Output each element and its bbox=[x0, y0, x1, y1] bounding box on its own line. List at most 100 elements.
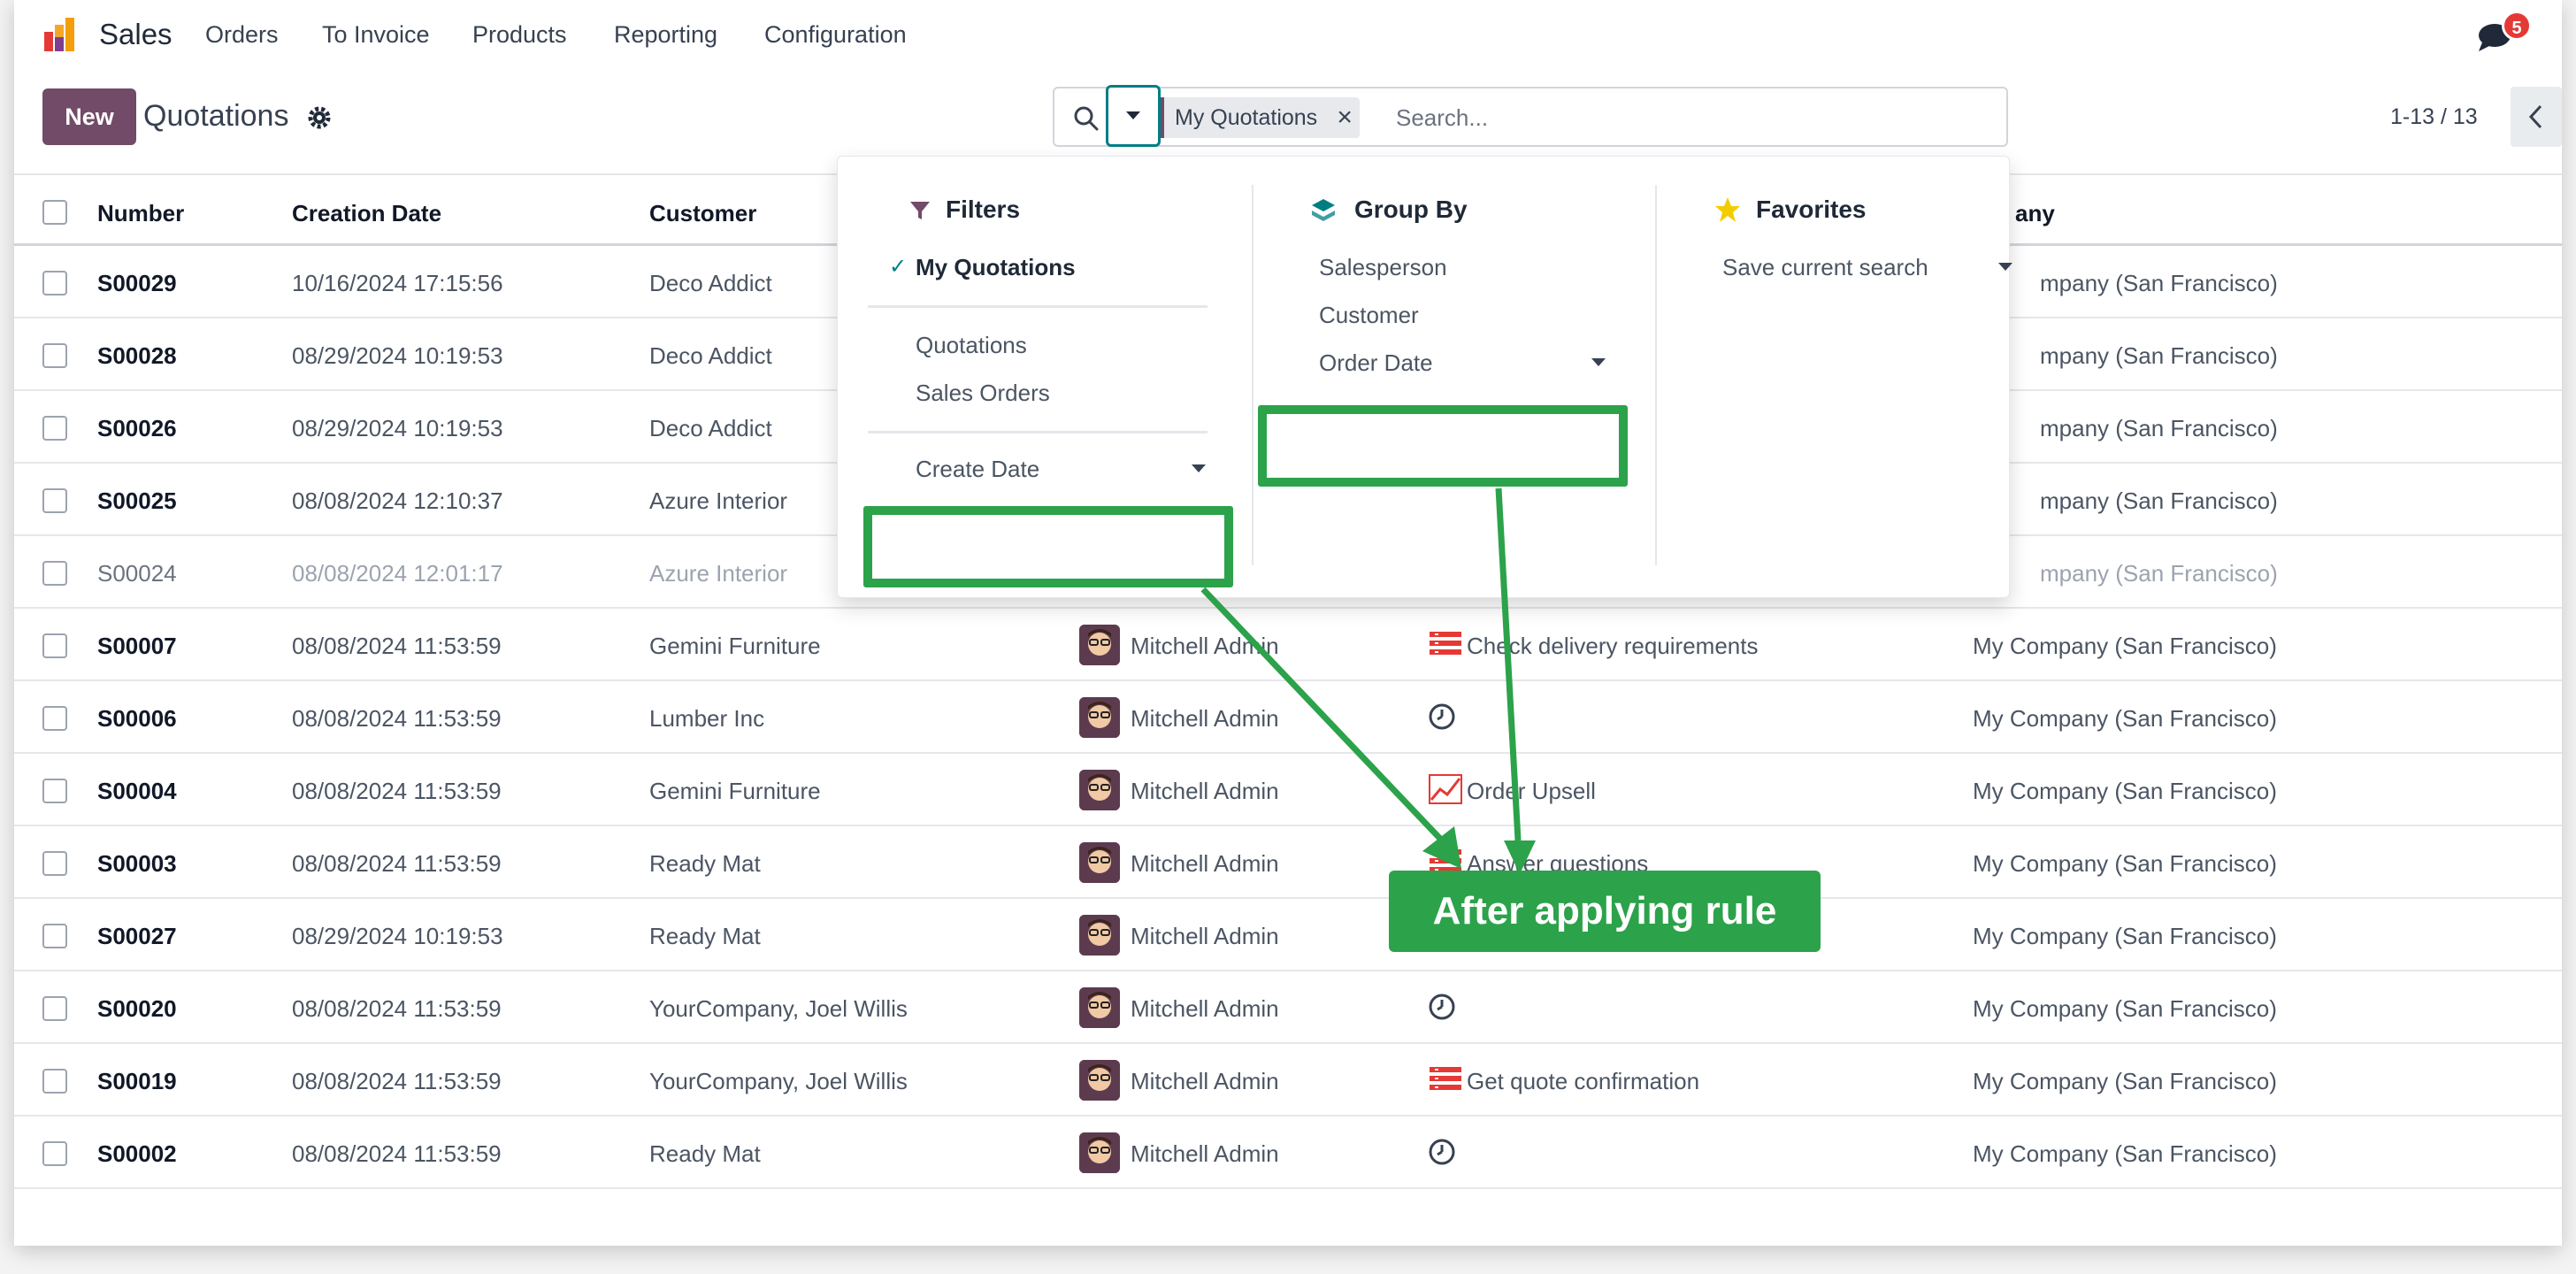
cell-company: mpany (San Francisco) bbox=[2040, 270, 2278, 296]
row-checkbox[interactable] bbox=[42, 1141, 67, 1166]
column-creation-date[interactable]: Creation Date bbox=[292, 200, 441, 227]
favorites-title: Favorites bbox=[1756, 196, 1867, 223]
row-checkbox[interactable] bbox=[42, 271, 67, 295]
cell-company: My Company (San Francisco) bbox=[1973, 923, 2277, 949]
divider bbox=[1252, 185, 1254, 565]
filter-sales-orders[interactable]: Sales Orders bbox=[916, 380, 1050, 407]
column-number[interactable]: Number bbox=[97, 200, 184, 227]
row-checkbox[interactable] bbox=[42, 779, 67, 803]
avatar bbox=[1079, 987, 1120, 1028]
avatar bbox=[1079, 770, 1120, 810]
caret-down-icon[interactable] bbox=[1591, 358, 1606, 366]
cell-company: My Company (San Francisco) bbox=[1973, 705, 2277, 732]
nav-orders[interactable]: Orders bbox=[205, 21, 279, 49]
cell-customer: YourCompany, Joel Willis bbox=[649, 1068, 908, 1094]
column-customer[interactable]: Customer bbox=[649, 200, 756, 227]
cell-activity: Get quote confirmation bbox=[1467, 1068, 1700, 1094]
cell-number: S00020 bbox=[97, 995, 177, 1022]
cell-creation-date: 08/08/2024 11:53:59 bbox=[292, 633, 502, 659]
app-window: Sales Orders To Invoice Products Reporti… bbox=[14, 0, 2562, 1246]
filter-create-date[interactable]: Create Date bbox=[916, 456, 1039, 483]
row-checkbox[interactable] bbox=[42, 924, 67, 948]
cell-company: My Company (San Francisco) bbox=[1973, 850, 2277, 877]
row-checkbox[interactable] bbox=[42, 416, 67, 441]
divider bbox=[868, 431, 1208, 434]
cell-customer: Gemini Furniture bbox=[649, 778, 821, 804]
row-checkbox[interactable] bbox=[42, 561, 67, 586]
pager-previous-button[interactable] bbox=[2511, 87, 2562, 147]
cell-number: S00025 bbox=[97, 487, 177, 514]
table-row[interactable]: S00002 08/08/2024 11:53:59 Ready Mat Mitche… bbox=[14, 1117, 2562, 1189]
nav-configuration[interactable]: Configuration bbox=[764, 21, 907, 49]
nav-products[interactable]: Products bbox=[472, 21, 567, 49]
cell-salesperson: Mitchell Admin bbox=[1131, 1068, 1279, 1094]
cell-salesperson: Mitchell Admin bbox=[1131, 633, 1279, 659]
groupby-salesperson[interactable]: Salesperson bbox=[1319, 254, 1447, 281]
groupby-customer[interactable]: Customer bbox=[1319, 302, 1419, 329]
caret-down-icon[interactable] bbox=[1192, 464, 1206, 472]
avatar bbox=[1079, 1132, 1120, 1173]
filter-my-quotations[interactable]: My Quotations bbox=[916, 254, 1076, 281]
select-all-checkbox[interactable] bbox=[42, 200, 67, 225]
table-row[interactable]: S00020 08/08/2024 11:53:59 YourCompany, Jo… bbox=[14, 971, 2562, 1044]
upsell-activity-icon[interactable] bbox=[1428, 773, 1463, 805]
cell-customer: Ready Mat bbox=[649, 923, 761, 949]
groupby-title: Group By bbox=[1354, 196, 1468, 223]
todo-activity-icon[interactable] bbox=[1428, 1063, 1463, 1095]
cell-number: S00019 bbox=[97, 1068, 177, 1094]
cell-customer: Deco Addict bbox=[649, 415, 772, 441]
filters-title: Filters bbox=[946, 196, 1021, 223]
cell-salesperson: Mitchell Admin bbox=[1131, 1140, 1279, 1167]
cell-activity: Order Upsell bbox=[1467, 778, 1596, 804]
cell-company: mpany (San Francisco) bbox=[2040, 342, 2278, 369]
row-checkbox[interactable] bbox=[42, 706, 67, 731]
chevron-left-icon bbox=[2528, 104, 2542, 129]
gear-icon[interactable] bbox=[306, 104, 333, 131]
cell-customer: Deco Addict bbox=[649, 270, 772, 296]
cell-company: mpany (San Francisco) bbox=[2040, 560, 2278, 587]
table-row[interactable]: S00027 08/29/2024 10:19:53 Ready Mat Mitche… bbox=[14, 899, 2562, 971]
row-checkbox[interactable] bbox=[42, 851, 67, 876]
facet-remove-icon[interactable]: × bbox=[1330, 97, 1360, 138]
search-input[interactable] bbox=[1396, 99, 1927, 136]
row-checkbox[interactable] bbox=[42, 343, 67, 368]
cell-customer: Ready Mat bbox=[649, 1140, 761, 1167]
row-checkbox[interactable] bbox=[42, 488, 67, 513]
table-row[interactable]: S00006 08/08/2024 11:53:59 Lumber Inc Mitch… bbox=[14, 681, 2562, 754]
cell-creation-date: 08/08/2024 11:53:59 bbox=[292, 850, 502, 877]
search-options-toggle[interactable] bbox=[1106, 85, 1161, 147]
todo-activity-icon[interactable] bbox=[1428, 628, 1463, 660]
clock-icon[interactable] bbox=[1428, 701, 1463, 733]
clock-icon[interactable] bbox=[1428, 1136, 1463, 1168]
caret-down-icon[interactable] bbox=[1998, 263, 2012, 271]
avatar bbox=[1079, 625, 1120, 665]
clock-icon[interactable] bbox=[1428, 991, 1463, 1023]
avatar bbox=[1079, 915, 1120, 956]
groupby-order-date[interactable]: Order Date bbox=[1319, 349, 1433, 377]
cell-creation-date: 08/08/2024 11:53:59 bbox=[292, 705, 502, 732]
table-row[interactable]: S00007 08/08/2024 11:53:59 Gemini Furnitur… bbox=[14, 609, 2562, 681]
table-row[interactable]: S00019 08/08/2024 11:53:59 YourCompany, Jo… bbox=[14, 1044, 2562, 1117]
row-checkbox[interactable] bbox=[42, 996, 67, 1021]
table-row[interactable]: S00004 08/08/2024 11:53:59 Gemini Furnitur… bbox=[14, 754, 2562, 826]
nav-reporting[interactable]: Reporting bbox=[614, 21, 717, 49]
cell-number: S00028 bbox=[97, 342, 177, 369]
table-row[interactable]: S00003 08/08/2024 11:53:59 Ready Mat Mitche… bbox=[14, 826, 2562, 899]
column-company[interactable]: any bbox=[2015, 200, 2055, 227]
cell-creation-date: 08/08/2024 12:10:37 bbox=[292, 487, 503, 514]
search-bar[interactable]: My Quotations × bbox=[1053, 87, 2008, 147]
row-checkbox[interactable] bbox=[42, 1069, 67, 1094]
new-button[interactable]: New bbox=[42, 88, 136, 145]
row-checkbox[interactable] bbox=[42, 633, 67, 658]
app-name[interactable]: Sales bbox=[99, 18, 172, 51]
favorite-save-current-search[interactable]: Save current search bbox=[1722, 254, 1928, 281]
pager-value[interactable]: 1-13 / 13 bbox=[2390, 104, 2478, 130]
sales-app-icon[interactable] bbox=[42, 14, 83, 53]
top-navbar: Sales Orders To Invoice Products Reporti… bbox=[14, 0, 2562, 67]
cell-company: My Company (San Francisco) bbox=[1973, 1140, 2277, 1167]
avatar bbox=[1079, 697, 1120, 738]
page-title[interactable]: Quotations bbox=[143, 99, 288, 134]
nav-to-invoice[interactable]: To Invoice bbox=[322, 21, 430, 49]
search-icon bbox=[1074, 106, 1099, 131]
filter-quotations[interactable]: Quotations bbox=[916, 332, 1027, 359]
